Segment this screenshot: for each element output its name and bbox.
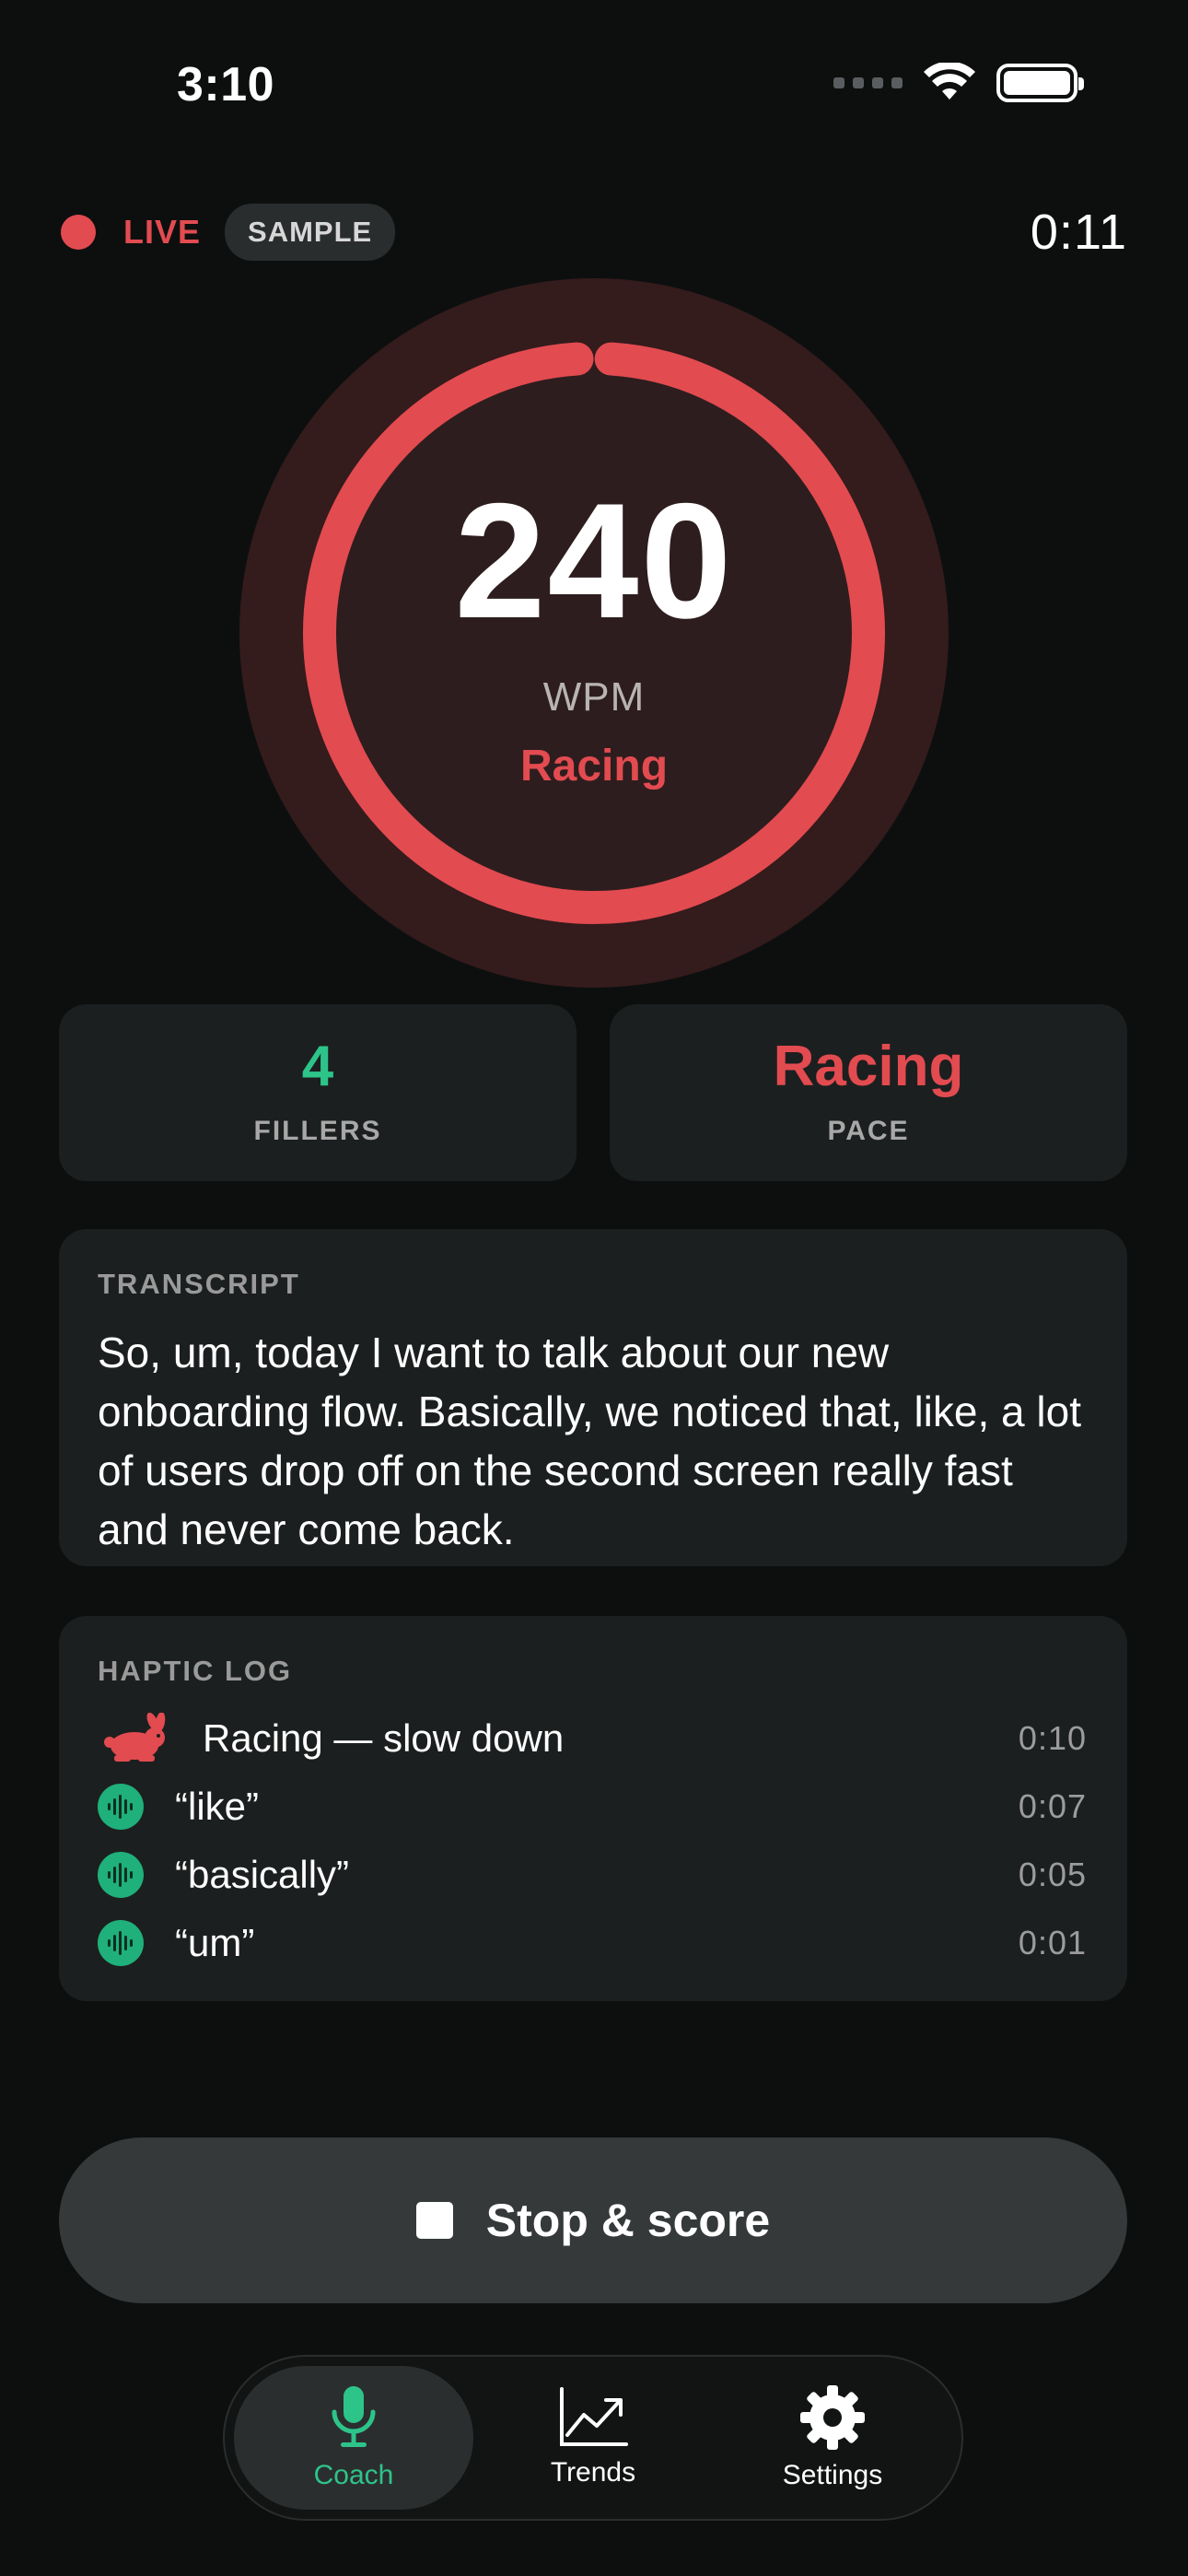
transcript-heading: TRANSCRIPT [98, 1268, 300, 1300]
log-item-text: “um” [175, 1921, 255, 1964]
pace-card: Racing PACE [610, 1004, 1127, 1181]
log-item-time: 0:07 [1018, 1787, 1087, 1825]
gear-icon [800, 2385, 865, 2450]
pace-label: PACE [827, 1116, 910, 1146]
waveform-icon [98, 1920, 144, 1966]
log-item-time: 0:10 [1018, 1719, 1087, 1757]
tab-coach[interactable]: Coach [234, 2366, 473, 2510]
session-header: LIVE SAMPLE 0:11 [61, 204, 1127, 261]
tab-bar: Coach Trends Settings [223, 2355, 963, 2521]
haptic-log-card: HAPTIC LOG Racing — slow down 0:10 “like… [59, 1616, 1127, 2001]
live-label: LIVE [123, 213, 202, 251]
chart-trend-icon [560, 2387, 628, 2446]
log-item-text: “like” [175, 1785, 259, 1828]
list-item: “um” 0:01 [98, 1909, 1087, 1977]
transcript-card[interactable]: TRANSCRIPT So, um, today I want to talk … [59, 1229, 1127, 1566]
haptic-log-heading: HAPTIC LOG [98, 1655, 293, 1687]
sample-badge: SAMPLE [225, 204, 396, 261]
log-item-text: “basically” [175, 1853, 350, 1896]
log-item-text: Racing — slow down [203, 1716, 565, 1760]
log-item-time: 0:05 [1018, 1856, 1087, 1893]
list-item: “like” 0:07 [98, 1773, 1087, 1841]
coach-screen: 3:10 LIVE SAMPLE 0:11 240 WPM Racing 4 F… [0, 0, 1188, 2576]
live-indicator-dot [61, 215, 96, 250]
pace-status: Racing [519, 742, 669, 790]
fillers-label: FILLERS [253, 1116, 382, 1146]
tab-settings[interactable]: Settings [713, 2366, 952, 2510]
list-item: Racing — slow down 0:10 [98, 1704, 1087, 1773]
fillers-card: 4 FILLERS [59, 1004, 577, 1181]
tab-coach-label: Coach [313, 2460, 394, 2490]
elapsed-timer: 0:11 [1030, 205, 1127, 260]
stop-icon [415, 2202, 453, 2239]
tab-trends[interactable]: Trends [473, 2366, 713, 2510]
waveform-icon [98, 1852, 144, 1898]
wpm-unit-label: WPM [542, 674, 646, 720]
list-item: “basically” 0:05 [98, 1841, 1087, 1909]
transcript-text: So, um, today I want to talk about our n… [98, 1329, 1081, 1553]
haptic-log-list: Racing — slow down 0:10 “like” 0:07 “bas… [98, 1704, 1087, 1977]
cellular-signal-icon [833, 77, 903, 88]
wpm-value: 240 [454, 469, 734, 652]
microphone-icon [332, 2386, 376, 2447]
rabbit-icon [104, 1713, 166, 1762]
battery-icon [996, 64, 1084, 102]
wifi-icon [924, 63, 975, 100]
waveform-icon [98, 1784, 144, 1830]
pace-gauge: 240 WPM Racing [239, 278, 949, 988]
tab-trends-label: Trends [550, 2457, 636, 2488]
gauge-readout: 240 WPM Racing [239, 278, 949, 988]
status-time: 3:10 [177, 58, 275, 111]
fillers-count: 4 [301, 1035, 334, 1098]
pace-value: Racing [773, 1035, 964, 1098]
log-item-time: 0:01 [1018, 1924, 1087, 1961]
transcript-scroll[interactable]: So, um, today I want to talk about our n… [98, 1323, 1089, 1553]
status-icons [833, 63, 1084, 103]
stop-and-score-label: Stop & score [485, 2195, 771, 2246]
stop-and-score-button[interactable]: Stop & score [59, 2137, 1127, 2303]
tab-settings-label: Settings [782, 2460, 883, 2490]
